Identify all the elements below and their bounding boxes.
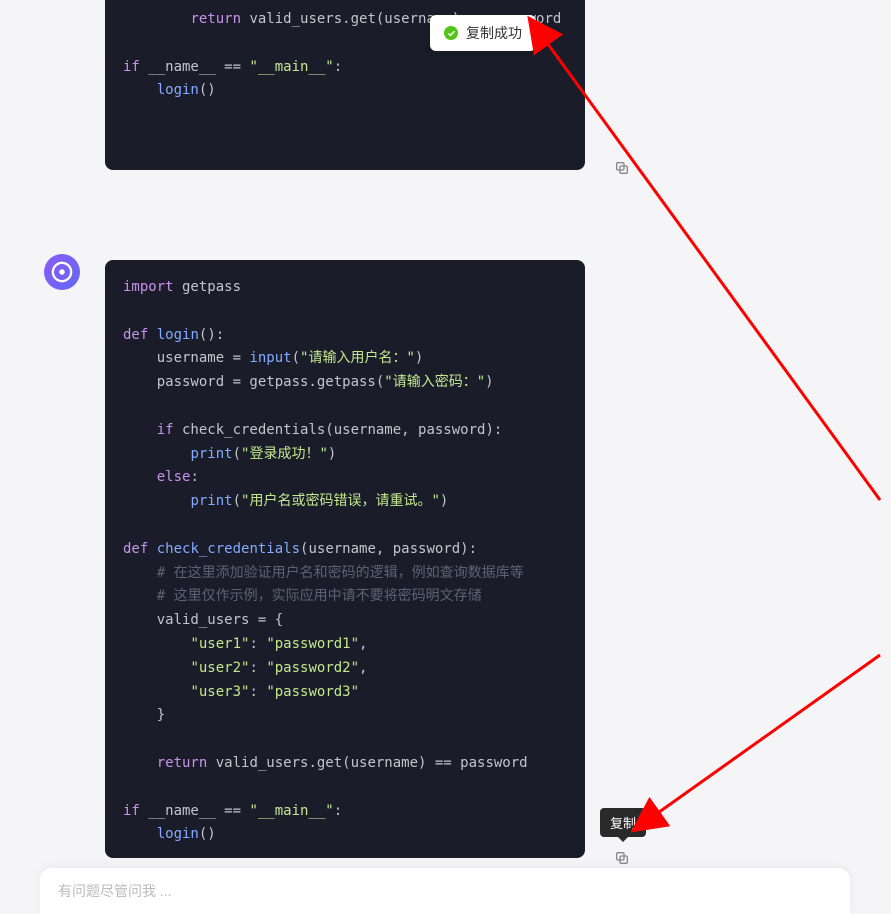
copy-button[interactable] — [611, 157, 633, 179]
notification-text: 复制成功 — [466, 23, 522, 43]
chat-input-bar[interactable]: 有问题尽管问我 ... — [40, 868, 850, 914]
copy-button[interactable] — [611, 847, 633, 869]
ai-logo-icon — [51, 261, 73, 283]
code-block-full: import getpass def login(): username = i… — [105, 260, 585, 858]
ai-avatar — [44, 254, 80, 290]
copy-tooltip-text: 复制 — [610, 816, 636, 831]
chat-container: return valid_users.get(username) == pass… — [0, 0, 891, 914]
check-icon — [444, 26, 458, 40]
copy-success-notification: 复制成功 — [430, 15, 536, 51]
chat-input-placeholder: 有问题尽管问我 ... — [58, 881, 172, 901]
copy-tooltip: 复制 — [600, 808, 646, 837]
copy-icon — [614, 160, 630, 176]
copy-icon — [614, 850, 630, 866]
